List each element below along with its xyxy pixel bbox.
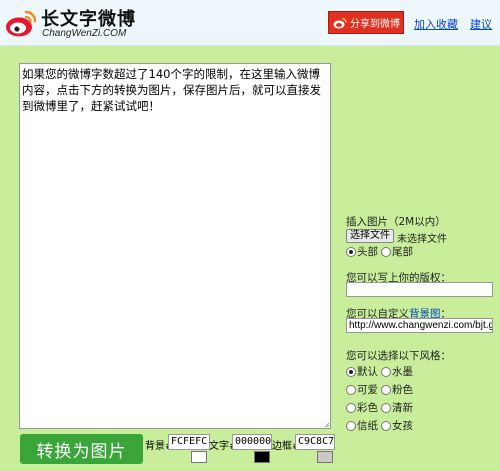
file-status-text: 未选择文件 [397,234,447,245]
style-option-colorful[interactable]: 彩色 [346,400,378,415]
text-color-swatch [254,451,270,463]
border-color-input[interactable]: C9C8C7 [295,434,335,450]
share-label: 分享到微博 [350,19,400,30]
site-header: 长文字微博 ChangWenZi.COM 分享到微博 加入收藏 建议 [0,0,500,46]
share-to-weibo-button[interactable]: 分享到微博 [328,11,404,34]
radio-unchecked-icon[interactable] [381,246,391,257]
style-option-default[interactable]: 默认 [346,364,378,379]
resize-grip-icon[interactable] [324,420,330,428]
background-color-input[interactable]: FCFEFC [168,434,210,450]
border-color-swatch [317,451,333,463]
choose-file-button[interactable]: 选择文件 [346,229,394,243]
weibo-icon [333,17,347,28]
text-color-input[interactable]: 000000 [232,434,272,450]
style-option-cute[interactable]: 可爱 [346,382,378,397]
style-options-row-3: 彩色 清新 [346,400,416,415]
style-label: 您可以选择以下风格： [346,350,451,362]
radio-unchecked-icon[interactable] [381,402,391,413]
site-subtitle: ChangWenZi.COM [42,28,127,39]
style-option-letter-paper[interactable]: 信纸 [346,418,378,433]
radio-unchecked-icon[interactable] [381,384,391,395]
position-option-head[interactable]: 头部 [346,244,378,259]
radio-unchecked-icon[interactable] [381,420,391,431]
position-option-tail[interactable]: 尾部 [381,244,413,259]
insert-image-label: 插入图片（2M以内） [346,216,446,228]
weibo-content-textarea[interactable]: 如果您的微博字数超过了140个字的限制，在这里输入微博内容，点击下方的转换为图片… [19,63,331,429]
style-option-fresh[interactable]: 清新 [381,400,413,415]
radio-unchecked-icon[interactable] [346,402,356,413]
background-color-swatch [191,451,207,463]
suggestion-link[interactable]: 建议 [470,16,492,32]
radio-unchecked-icon[interactable] [346,420,356,431]
style-options-row-4: 信纸 女孩 [346,418,416,433]
add-favorite-link[interactable]: 加入收藏 [414,16,458,32]
style-options-row-1: 默认 水墨 [346,364,416,379]
radio-checked-icon[interactable] [346,246,356,257]
style-options-row-2: 可爱 粉色 [346,382,416,397]
radio-unchecked-icon[interactable] [381,366,391,377]
radio-unchecked-icon[interactable] [346,384,356,395]
radio-checked-icon[interactable] [346,366,356,377]
copyright-input[interactable] [346,282,493,297]
weibo-logo-icon [6,10,37,37]
style-option-ink[interactable]: 水墨 [381,364,413,379]
convert-to-image-button[interactable]: 转换为图片 [20,434,143,464]
background-url-input[interactable]: http://www.changwenzi.com/bjt.gif [346,318,493,333]
style-option-girl[interactable]: 女孩 [381,418,413,433]
image-position-options: 头部 尾部 [346,244,416,259]
style-option-pink[interactable]: 粉色 [381,382,413,397]
